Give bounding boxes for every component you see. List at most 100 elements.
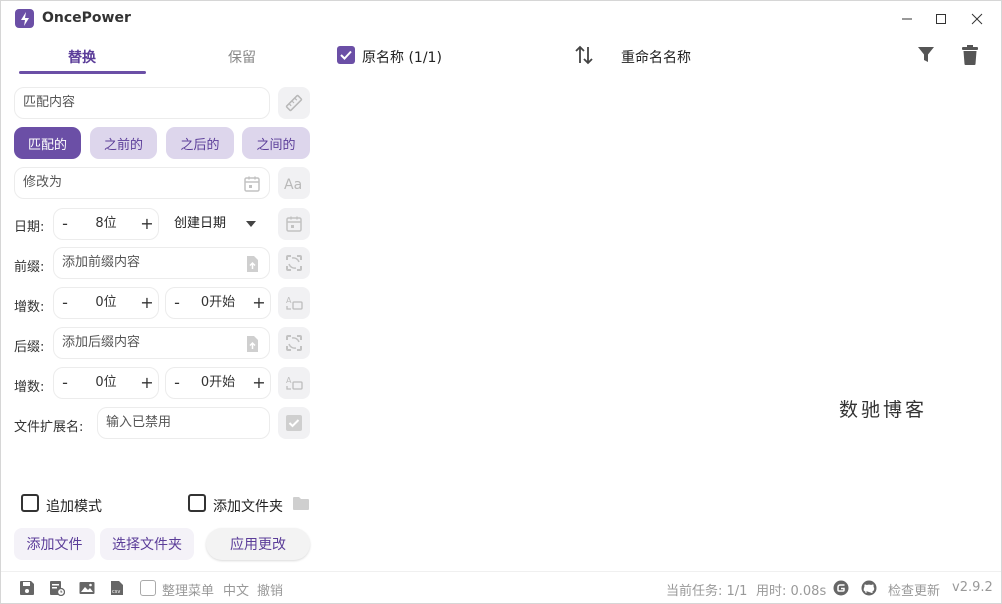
date-digits-value[interactable]: 8位 <box>76 209 136 239</box>
chevron-down-icon <box>246 221 256 227</box>
watermark-text: 数驰博客 <box>839 399 928 421</box>
calendar-icon[interactable] <box>243 175 261 193</box>
checkbox-checked-icon <box>286 415 302 431</box>
mode-between-button[interactable]: 之间的 <box>242 127 310 159</box>
prefix-placeholder: 添加前缀内容 <box>62 255 141 270</box>
font-case-icon: Aa <box>284 177 302 191</box>
suffix-digits-increment[interactable]: + <box>136 368 158 398</box>
prefix-input[interactable]: 添加前缀内容 <box>53 247 270 279</box>
replace-with-input[interactable]: 修改为 <box>14 167 270 199</box>
suffix-label: 后缀: <box>14 340 45 355</box>
prefix-label: 前缀: <box>14 260 45 275</box>
apply-changes-button[interactable]: 应用更改 <box>206 528 310 560</box>
sequence-icon: A <box>286 376 303 390</box>
suffix-start-stepper[interactable]: - 0开始 + <box>165 367 271 399</box>
svg-text:Aa: Aa <box>284 177 302 191</box>
date-label: 日期: <box>14 220 45 235</box>
add-file-button[interactable]: 添加文件 <box>14 528 95 560</box>
date-insert-button[interactable] <box>278 208 310 240</box>
date-digits-decrement[interactable]: - <box>54 209 76 239</box>
close-button[interactable] <box>963 7 991 31</box>
frame-icon <box>286 255 302 271</box>
maximize-button[interactable] <box>927 7 955 31</box>
organize-menu-checkbox[interactable] <box>140 580 156 596</box>
suffix-digits-stepper[interactable]: - 0位 + <box>53 367 159 399</box>
calendar-icon <box>286 216 302 232</box>
check-update-button[interactable]: 检查更新 <box>888 580 940 599</box>
filter-icon[interactable] <box>917 46 935 64</box>
append-mode-checkbox[interactable] <box>21 494 39 512</box>
suffix-increment-label: 增数: <box>14 380 45 395</box>
suffix-start-value[interactable]: 0开始 <box>188 368 248 398</box>
suffix-sequence-button[interactable]: A <box>278 367 310 399</box>
suffix-start-increment[interactable]: + <box>248 368 270 398</box>
prefix-start-increment[interactable]: + <box>248 288 270 318</box>
prefix-digits-decrement[interactable]: - <box>54 288 76 318</box>
select-all-checkbox[interactable] <box>337 46 355 64</box>
match-content-input[interactable]: 匹配内容 <box>14 87 270 119</box>
add-folder-checkbox[interactable] <box>188 494 206 512</box>
replace-with-placeholder: 修改为 <box>23 175 63 190</box>
suffix-input[interactable]: 添加后缀内容 <box>53 327 270 359</box>
undo-button[interactable]: 撤销 <box>257 580 283 599</box>
mode-after-button[interactable]: 之后的 <box>166 127 234 159</box>
language-toggle[interactable]: 中文 <box>223 580 249 599</box>
sort-icon[interactable] <box>573 44 595 66</box>
suffix-start-decrement[interactable]: - <box>166 368 188 398</box>
current-task-status: 当前任务: 1/1 <box>666 584 748 599</box>
svg-text:A: A <box>286 296 292 305</box>
extension-input[interactable]: 输入已禁用 <box>97 407 270 439</box>
prefix-option-button[interactable] <box>278 247 310 279</box>
prefix-sequence-button[interactable]: A <box>278 287 310 319</box>
mode-matched-button[interactable]: 匹配的 <box>14 127 81 159</box>
folder-icon[interactable] <box>292 495 310 511</box>
app-window: OncePower 替换 保留 匹配内容 匹配的 之前的 之后的 之间的 修改为 <box>0 0 1002 604</box>
file-upload-icon[interactable] <box>243 255 261 273</box>
app-logo-icon <box>15 9 34 28</box>
add-folder-label: 添加文件夹 <box>213 499 283 515</box>
suffix-placeholder: 添加后缀内容 <box>62 335 141 350</box>
tab-keep[interactable]: 保留 <box>177 47 307 73</box>
image-icon[interactable] <box>79 580 95 596</box>
prefix-start-decrement[interactable]: - <box>166 288 188 318</box>
csv-file-icon[interactable]: csv <box>109 580 125 596</box>
prefix-digits-increment[interactable]: + <box>136 288 158 318</box>
version-label: v2.9.2 <box>952 580 993 595</box>
svg-text:csv: csv <box>112 589 120 595</box>
mode-before-button[interactable]: 之前的 <box>90 127 157 159</box>
prefix-digits-value[interactable]: 0位 <box>76 288 136 318</box>
status-bar: csv 整理菜单 中文 撤销 当前任务: 1/1 用时: 0.08s 检查更新 … <box>1 571 1001 604</box>
prefix-start-value[interactable]: 0开始 <box>188 288 248 318</box>
file-upload-icon[interactable] <box>243 335 261 353</box>
match-content-placeholder: 匹配内容 <box>23 95 76 110</box>
date-digits-increment[interactable]: + <box>136 209 158 239</box>
append-mode-label: 追加模式 <box>46 499 102 515</box>
regex-toggle-button[interactable] <box>278 87 310 119</box>
extension-toggle-button[interactable] <box>278 407 310 439</box>
case-toggle-button[interactable]: Aa <box>278 167 310 199</box>
history-icon[interactable] <box>49 580 65 596</box>
select-folder-button[interactable]: 选择文件夹 <box>100 528 194 560</box>
date-digits-stepper[interactable]: - 8位 + <box>53 208 159 240</box>
suffix-digits-value[interactable]: 0位 <box>76 368 136 398</box>
original-name-header[interactable]: 原名称 (1/1) <box>362 47 442 67</box>
elapsed-time-status: 用时: 0.08s <box>756 584 827 599</box>
gitee-icon[interactable] <box>833 580 849 596</box>
save-icon[interactable] <box>19 580 35 596</box>
frame-icon <box>286 335 302 351</box>
active-tab-indicator <box>19 71 146 74</box>
github-icon[interactable] <box>861 580 877 596</box>
ruler-icon <box>285 94 303 112</box>
app-title: OncePower <box>42 10 131 26</box>
rename-header: 重命名名称 <box>621 50 691 66</box>
extension-placeholder: 输入已禁用 <box>106 415 172 430</box>
organize-menu-label: 整理菜单 <box>162 584 215 599</box>
trash-icon[interactable] <box>962 45 978 65</box>
prefix-digits-stepper[interactable]: - 0位 + <box>53 287 159 319</box>
suffix-digits-decrement[interactable]: - <box>54 368 76 398</box>
prefix-start-stepper[interactable]: - 0开始 + <box>165 287 271 319</box>
minimize-button[interactable] <box>893 7 921 31</box>
suffix-option-button[interactable] <box>278 327 310 359</box>
prefix-increment-label: 增数: <box>14 300 45 315</box>
tab-replace[interactable]: 替换 <box>19 47 145 73</box>
